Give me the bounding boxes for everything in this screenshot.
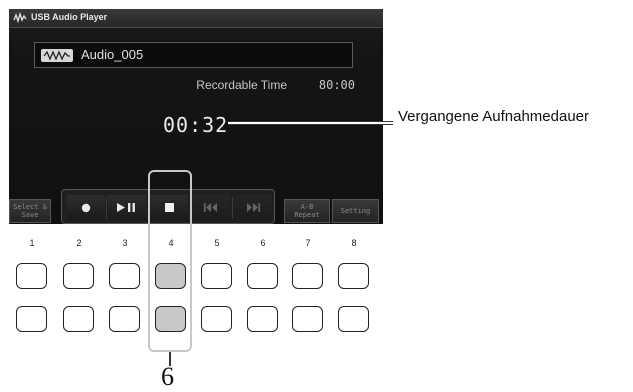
- recordable-time-label: Recordable Time: [196, 78, 287, 92]
- elapsed-time-display: 00:32: [163, 113, 229, 137]
- ab-repeat-button[interactable]: A-B Repeat: [284, 199, 330, 223]
- file-name: Audio_005: [81, 47, 144, 62]
- divider: [190, 197, 191, 218]
- button-number-7: 7: [305, 238, 311, 248]
- panel-button-6-upper[interactable]: [247, 263, 278, 289]
- panel-button-5-upper[interactable]: [201, 263, 232, 289]
- panel-button-4-lower[interactable]: [155, 306, 186, 332]
- panel-button-1-upper[interactable]: [16, 263, 47, 289]
- usb-audio-player-screen: USB Audio Player Audio_005 Recordable Ti…: [9, 9, 383, 224]
- stop-icon: [164, 203, 174, 212]
- panel-button-8-upper[interactable]: [338, 263, 369, 289]
- setting-button[interactable]: Setting: [332, 199, 379, 223]
- button-number-8: 8: [351, 238, 357, 248]
- button-number-4: 4: [168, 238, 174, 248]
- window-title: USB Audio Player: [31, 12, 108, 22]
- step-number: 6: [161, 362, 174, 391]
- play-pause-button[interactable]: [108, 195, 146, 220]
- divider: [148, 197, 149, 218]
- recordable-time-value: 80:00: [318, 78, 355, 92]
- play-pause-icon: [117, 203, 135, 212]
- panel-button-4-upper[interactable]: [155, 263, 186, 289]
- stop-button[interactable]: [150, 195, 188, 220]
- button-number-5: 5: [214, 238, 220, 248]
- panel-button-3-lower[interactable]: [109, 306, 140, 332]
- button-number-2: 2: [76, 238, 82, 248]
- record-button[interactable]: [67, 195, 105, 220]
- panel-button-7-lower[interactable]: [292, 306, 323, 332]
- elapsed-time-leader-line: [228, 121, 393, 125]
- control-bar: Select & Save A-B Repeat Setting: [9, 189, 383, 224]
- panel-button-7-upper[interactable]: [292, 263, 323, 289]
- record-icon: [81, 203, 91, 212]
- panel-button-2-lower[interactable]: [63, 306, 94, 332]
- title-bar: USB Audio Player: [9, 9, 383, 28]
- divider: [232, 197, 233, 218]
- rewind-icon: [204, 203, 217, 212]
- transport-controls: [61, 189, 275, 224]
- panel-button-3-upper[interactable]: [109, 263, 140, 289]
- panel-button-1-lower[interactable]: [16, 306, 47, 332]
- fast-forward-icon: [247, 203, 260, 212]
- panel-button-8-lower[interactable]: [338, 306, 369, 332]
- elapsed-time-callout: Vergangene Aufnahmedauer: [398, 108, 589, 125]
- audio-waveform-icon: [41, 49, 73, 62]
- select-save-button[interactable]: Select & Save: [9, 199, 51, 223]
- button-number-3: 3: [122, 238, 128, 248]
- button-number-6: 6: [260, 238, 266, 248]
- button-number-1: 1: [29, 238, 35, 248]
- fast-forward-button[interactable]: [234, 195, 272, 220]
- usb-audio-icon: [13, 12, 27, 24]
- rewind-button[interactable]: [192, 195, 230, 220]
- divider: [106, 197, 107, 218]
- panel-button-2-upper[interactable]: [63, 263, 94, 289]
- panel-button-5-lower[interactable]: [201, 306, 232, 332]
- panel-button-6-lower[interactable]: [247, 306, 278, 332]
- file-name-field[interactable]: Audio_005: [34, 42, 353, 68]
